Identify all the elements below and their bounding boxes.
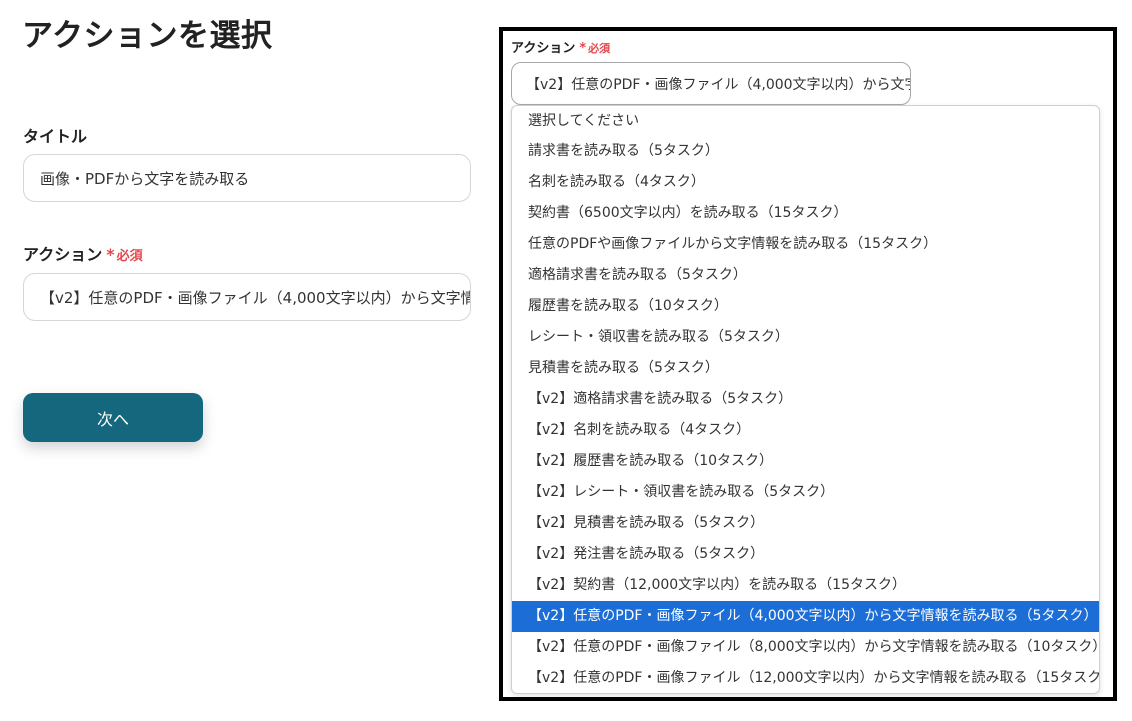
dropdown-option[interactable]: 【v2】履歴書を読み取る（10タスク） xyxy=(512,446,1099,477)
dropdown-option[interactable]: 見積書を読み取る（5タスク） xyxy=(512,353,1099,384)
zoomed-action-dropdown-panel: アクション * 必須 【v2】任意のPDF・画像ファイル（4,000文字以内）から文… xyxy=(499,27,1117,701)
action-select[interactable]: 【v2】任意のPDF・画像ファイル（4,000文字以内）から文字情報を読み取る（… xyxy=(23,273,471,321)
dropdown-option[interactable]: 契約書（6500文字以内）を読み取る（15タスク） xyxy=(512,198,1099,229)
dropdown-option[interactable]: 任意のPDFや画像ファイルから文字情報を読み取る（15タスク） xyxy=(512,229,1099,260)
dropdown-option[interactable]: 【v2】契約書（12,000文字以内）を読み取る（15タスク） xyxy=(512,570,1099,601)
dropdown-option[interactable]: 【v2】任意のPDF・画像ファイル（12,000文字以内）から文字情報を読み取る… xyxy=(512,663,1099,693)
dropdown-option[interactable]: 【v2】見積書を読み取る（5タスク） xyxy=(512,508,1099,539)
action-label-text: アクション xyxy=(23,245,103,264)
dropdown-option[interactable]: 【v2】発注書を読み取る（5タスク） xyxy=(512,539,1099,570)
action-field-label: アクション * 必須 xyxy=(23,241,143,265)
inset-required-badge: 必須 xyxy=(588,42,611,55)
dropdown-option[interactable]: 【v2】適格請求書を読み取る（5タスク） xyxy=(512,384,1099,415)
inset-action-label: アクション * 必須 xyxy=(511,37,610,56)
dropdown-option[interactable]: 選択してください xyxy=(512,106,1099,136)
inset-action-label-text: アクション xyxy=(511,41,576,56)
required-star: * xyxy=(106,245,115,264)
dropdown-option-selected[interactable]: 【v2】任意のPDF・画像ファイル（4,000文字以内）から文字情報を読み取る（… xyxy=(512,601,1099,632)
dropdown-option[interactable]: 【v2】名刺を読み取る（4タスク） xyxy=(512,415,1099,446)
next-button[interactable]: 次へ xyxy=(23,393,203,442)
dropdown-option[interactable]: 名刺を読み取る（4タスク） xyxy=(512,167,1099,198)
inset-required-star: * xyxy=(579,41,587,56)
dropdown-option[interactable]: 適格請求書を読み取る（5タスク） xyxy=(512,260,1099,291)
action-options-list: 選択してください 請求書を読み取る（5タスク） 名刺を読み取る（4タスク） 契約書（6… xyxy=(511,105,1100,694)
inset-action-select[interactable]: 【v2】任意のPDF・画像ファイル（4,000文字以内）から文字情報を読み取る（… xyxy=(511,62,911,105)
dropdown-option[interactable]: 【v2】レシート・領収書を読み取る（5タスク） xyxy=(512,477,1099,508)
dropdown-option[interactable]: 請求書を読み取る（5タスク） xyxy=(512,136,1099,167)
dropdown-option[interactable]: レシート・領収書を読み取る（5タスク） xyxy=(512,322,1099,353)
title-field-label: タイトル xyxy=(23,127,88,146)
required-badge: 必須 xyxy=(116,249,143,264)
page-title: アクションを選択 xyxy=(22,18,273,54)
title-input[interactable]: 画像・PDFから文字を読み取る xyxy=(23,154,471,202)
dropdown-option[interactable]: 【v2】任意のPDF・画像ファイル（8,000文字以内）から文字情報を読み取る（… xyxy=(512,632,1099,663)
dropdown-option[interactable]: 履歴書を読み取る（10タスク） xyxy=(512,291,1099,322)
